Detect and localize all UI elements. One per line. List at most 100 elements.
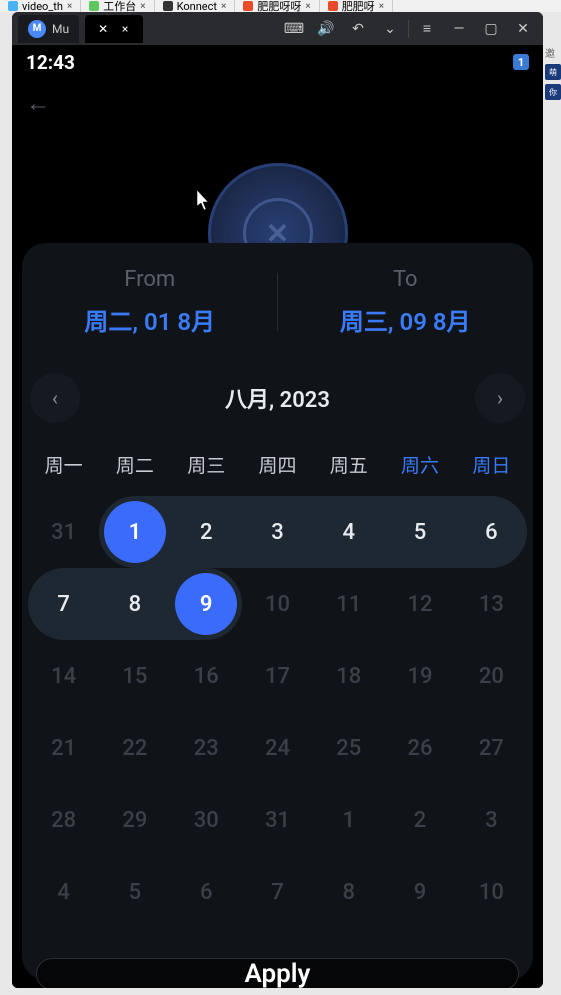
tab-close-icon[interactable]: × <box>67 1 72 12</box>
speaker-icon[interactable]: 🔊 <box>312 16 340 42</box>
calendar-day[interactable]: 9 <box>171 568 242 640</box>
day-number: 29 <box>122 808 147 833</box>
tab-close-icon[interactable]: × <box>221 1 226 12</box>
calendar-day[interactable]: 23 <box>171 712 242 784</box>
calendar-day[interactable]: 4 <box>28 856 99 928</box>
calendar-day[interactable]: 20 <box>456 640 527 712</box>
calendar-day[interactable]: 28 <box>28 784 99 856</box>
calendar-grid: 周一周二周三周四周五周六周日31123456789101112131415161… <box>22 443 533 928</box>
calendar-day[interactable]: 8 <box>313 856 384 928</box>
day-number: 7 <box>271 880 284 905</box>
emulator-tab-main[interactable]: M Mu <box>18 15 79 43</box>
day-number: 3 <box>485 808 498 833</box>
calendar-day[interactable]: 8 <box>99 568 170 640</box>
calendar-day[interactable]: 10 <box>456 856 527 928</box>
app-tab-label: Mu <box>52 22 69 36</box>
notification-badge[interactable]: 1 <box>513 54 529 70</box>
calendar-day[interactable]: 25 <box>313 712 384 784</box>
calendar-day[interactable]: 15 <box>99 640 170 712</box>
tab-label: 肥肥呀呀 <box>257 0 301 12</box>
calendar-day[interactable]: 11 <box>313 568 384 640</box>
calendar-day[interactable]: 7 <box>28 568 99 640</box>
maximize-icon[interactable]: ▢ <box>477 16 505 42</box>
browser-tab[interactable]: 肥肥呀× <box>320 0 393 12</box>
calendar-day[interactable]: 7 <box>242 856 313 928</box>
calendar-day[interactable]: 9 <box>384 856 455 928</box>
calendar-day[interactable]: 3 <box>456 784 527 856</box>
day-number: 4 <box>343 520 356 545</box>
close-window-icon[interactable]: ✕ <box>509 16 537 42</box>
to-date-column[interactable]: To 周三, 09 8月 <box>278 267 534 337</box>
calendar-day[interactable]: 14 <box>28 640 99 712</box>
calendar-day[interactable]: 6 <box>456 496 527 568</box>
calendar-day[interactable]: 22 <box>99 712 170 784</box>
calendar-day[interactable]: 16 <box>171 640 242 712</box>
calendar-day[interactable]: 31 <box>28 496 99 568</box>
day-number: 18 <box>336 664 361 689</box>
calendar-day[interactable]: 26 <box>384 712 455 784</box>
calendar-day[interactable]: 5 <box>384 496 455 568</box>
minimize-icon[interactable]: — <box>445 16 473 42</box>
tab-close-icon[interactable]: × <box>379 1 384 12</box>
from-date-column[interactable]: From 周二, 01 8月 <box>22 267 278 337</box>
browser-tab[interactable]: 工作台 × <box>81 0 154 12</box>
apply-button[interactable]: Apply <box>36 958 519 988</box>
day-number: 9 <box>200 592 213 617</box>
calendar-day[interactable]: 1 <box>99 496 170 568</box>
calendar-day[interactable]: 12 <box>384 568 455 640</box>
day-number: 4 <box>57 880 70 905</box>
calendar-day[interactable]: 30 <box>171 784 242 856</box>
calendar-day[interactable]: 18 <box>313 640 384 712</box>
next-month-button[interactable]: › <box>475 373 525 423</box>
browser-tab[interactable]: video_th × <box>0 0 81 12</box>
day-number: 31 <box>265 808 290 833</box>
tab-label: Konnect <box>177 0 217 12</box>
tab-close-icon[interactable]: × <box>305 1 310 12</box>
app-bar: ← <box>12 79 543 127</box>
calendar-day[interactable]: 19 <box>384 640 455 712</box>
back-arrow-icon[interactable]: ← <box>26 89 50 118</box>
status-bar: 12:43 1 <box>12 45 543 79</box>
day-number: 30 <box>194 808 219 833</box>
favicon-icon <box>163 1 173 11</box>
x-icon: ✕ <box>95 21 111 37</box>
calendar-day[interactable]: 5 <box>99 856 170 928</box>
close-icon[interactable]: × <box>117 21 133 37</box>
calendar-day[interactable]: 13 <box>456 568 527 640</box>
day-of-week-header: 周一 <box>28 443 99 496</box>
calendar-day[interactable]: 21 <box>28 712 99 784</box>
to-value: 周三, 09 8月 <box>278 302 534 337</box>
calendar-day[interactable]: 31 <box>242 784 313 856</box>
chevron-down-icon[interactable]: ⌄ <box>376 16 404 42</box>
calendar-day[interactable]: 29 <box>99 784 170 856</box>
strip-badge: 你 <box>545 84 561 100</box>
day-number: 25 <box>336 736 361 761</box>
tab-label: video_th <box>22 0 63 12</box>
day-number: 3 <box>271 520 284 545</box>
calendar-day[interactable]: 27 <box>456 712 527 784</box>
day-number: 15 <box>122 664 147 689</box>
day-number: 27 <box>479 736 504 761</box>
browser-tab[interactable]: Konnect × <box>155 0 236 12</box>
keyboard-icon[interactable]: ⌨ <box>280 16 308 42</box>
calendar-day[interactable]: 2 <box>171 496 242 568</box>
calendar-day[interactable]: 24 <box>242 712 313 784</box>
calendar-day[interactable]: 2 <box>384 784 455 856</box>
calendar-day[interactable]: 6 <box>171 856 242 928</box>
day-number: 7 <box>57 592 70 617</box>
calendar-day[interactable]: 10 <box>242 568 313 640</box>
tab-label: 工作台 <box>103 0 136 12</box>
calendar-day[interactable]: 4 <box>313 496 384 568</box>
calendar-day[interactable]: 1 <box>313 784 384 856</box>
browser-tab[interactable]: 肥肥呀呀 × <box>235 0 319 12</box>
prev-month-button[interactable]: ‹ <box>30 373 80 423</box>
menu-icon[interactable]: ≡ <box>413 16 441 42</box>
tab-close-icon[interactable]: × <box>140 1 145 12</box>
calendar-day[interactable]: 3 <box>242 496 313 568</box>
emulator-tab-active[interactable]: ✕ × <box>85 15 143 43</box>
undo-icon[interactable]: ↶ <box>344 16 372 42</box>
favicon-icon <box>89 1 99 11</box>
mouse-cursor-icon <box>197 190 213 212</box>
calendar-day[interactable]: 17 <box>242 640 313 712</box>
day-number: 6 <box>485 520 498 545</box>
